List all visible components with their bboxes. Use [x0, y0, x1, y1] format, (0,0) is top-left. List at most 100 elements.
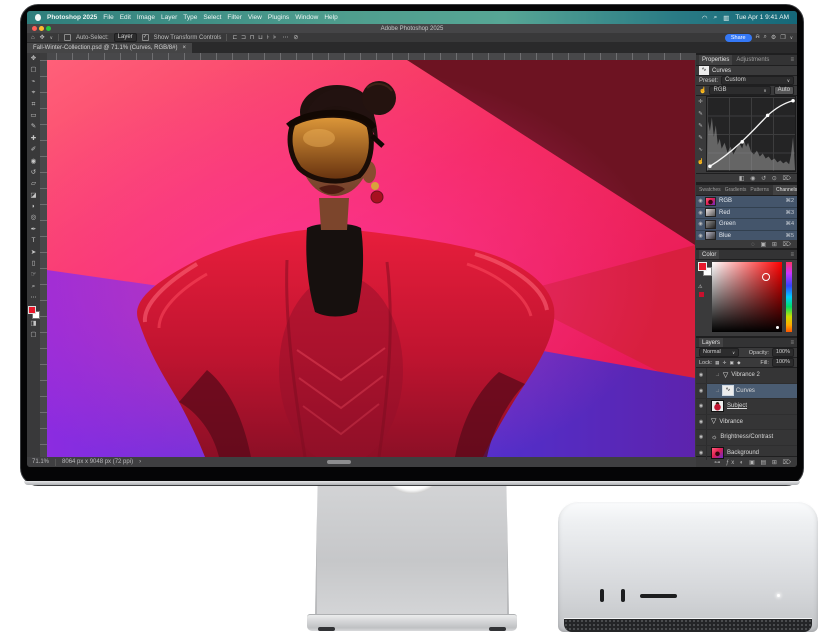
zoom-tool-icon[interactable]: ⌕ — [27, 281, 40, 292]
visibility-eye-icon[interactable]: ◉ — [696, 430, 707, 445]
layer-row-vibrance-2[interactable]: ◉ ∟ ▽ Vibrance 2 — [696, 368, 797, 384]
show-transform-checkbox[interactable]: ✓ — [142, 34, 149, 41]
menu-image[interactable]: Image — [137, 14, 155, 21]
menu-type[interactable]: Type — [183, 14, 197, 21]
visibility-eye-icon[interactable]: ◉ — [696, 198, 705, 204]
share-button[interactable]: Share — [725, 34, 752, 42]
layer-row-vibrance[interactable]: ◉ ▽ Vibrance — [696, 415, 797, 431]
panel-menu-icon[interactable]: ≡ — [790, 57, 794, 63]
channel-row-rgb[interactable]: ◉ RGB ⌘2 — [696, 196, 797, 208]
horizontal-scrollbar-thumb[interactable] — [327, 460, 351, 464]
brush-tool-icon[interactable]: ✐ — [27, 144, 40, 155]
menu-filter[interactable]: Filter — [227, 14, 241, 21]
auto-select-checkbox[interactable] — [64, 34, 71, 41]
visibility-eye-icon[interactable]: ◉ — [696, 384, 707, 399]
close-window-button[interactable] — [32, 26, 37, 31]
curve-point[interactable] — [708, 165, 712, 169]
tab-layers[interactable]: Layers — [699, 338, 723, 347]
zoom-window-button[interactable] — [46, 26, 51, 31]
eyedropper-tool-icon[interactable]: ✎ — [27, 121, 40, 132]
targeted-adjustment-icon[interactable]: ☝ — [699, 87, 706, 94]
saturation-brightness-field[interactable] — [712, 262, 782, 332]
settings-gear-icon[interactable]: ⚙ — [771, 34, 776, 41]
visibility-eye-icon[interactable]: ◉ — [696, 399, 707, 414]
wifi-icon[interactable]: ◠ — [702, 14, 708, 22]
curve-point[interactable] — [791, 99, 795, 103]
quick-mask-icon[interactable]: ◨ — [27, 318, 40, 329]
hue-slider[interactable] — [786, 262, 792, 332]
canvas-artwork[interactable] — [47, 60, 695, 457]
panel-menu-icon[interactable]: ≡ — [790, 252, 794, 258]
workspace-layout-icon[interactable]: ❐ — [780, 34, 785, 41]
control-center-icon[interactable]: ▥ — [723, 14, 729, 22]
object-selection-tool-icon[interactable]: ⌖ — [27, 87, 40, 98]
visibility-eye-icon[interactable]: ◉ — [696, 221, 705, 227]
visibility-eye-icon[interactable]: ◉ — [696, 415, 707, 430]
foreground-color-swatch[interactable] — [698, 262, 707, 271]
channel-row-red[interactable]: ◉ Red ⌘3 — [696, 208, 797, 220]
menu-plugins[interactable]: Plugins — [268, 14, 289, 21]
screen-mode-icon[interactable]: ▢ — [27, 329, 40, 340]
shape-tool-icon[interactable]: ▯ — [27, 258, 40, 269]
workspace-icon[interactable]: ⊘ — [293, 34, 298, 41]
tool-preset-move-icon[interactable]: ✥ — [40, 34, 45, 41]
document-tab[interactable]: Fall-Winter-Collection.psd @ 71.1% (Curv… — [27, 43, 192, 53]
pen-tool-icon[interactable]: ✒ — [27, 224, 40, 235]
gamut-warning-icon[interactable]: ⚠ — [698, 284, 702, 290]
move-tool-icon[interactable]: ✥ — [27, 53, 40, 64]
minimize-window-button[interactable] — [39, 26, 44, 31]
menu-view[interactable]: View — [248, 14, 262, 21]
ruler-horizontal[interactable] — [40, 53, 696, 60]
ruler-origin[interactable] — [40, 53, 47, 60]
color-picker-ring[interactable] — [762, 273, 770, 281]
home-icon[interactable]: ⌂ — [31, 35, 35, 41]
layer-row-subject[interactable]: ◉ Subject — [696, 399, 797, 415]
menu-help[interactable]: Help — [324, 14, 337, 21]
panel-menu-icon[interactable]: ≡ — [790, 340, 794, 346]
dodge-tool-icon[interactable]: ◎ — [27, 212, 40, 223]
menu-window[interactable]: Window — [295, 14, 318, 21]
blend-mode-dropdown[interactable]: Normal ∨ — [699, 348, 739, 357]
layer-row-brightness-contrast[interactable]: ◉ ☼ Brightness/Contrast — [696, 430, 797, 446]
menu-layer[interactable]: Layer — [161, 14, 177, 21]
crop-tool-icon[interactable]: ⌗ — [27, 99, 40, 110]
tool-preset-chevron-icon[interactable]: ∨ — [50, 35, 53, 41]
menu-edit[interactable]: Edit — [120, 14, 131, 21]
curves-grid[interactable] — [706, 96, 796, 172]
layer-row-curves[interactable]: ◉ ∟ ∿ Curves — [696, 384, 797, 400]
alignment-icons[interactable]: ⊏ ⊐ ⊓ ⊔ ⊦ ⊧ — [232, 34, 277, 41]
visibility-eye-icon[interactable]: ◉ — [696, 368, 707, 383]
lock-icons[interactable]: ▦ ✛ ▣ ◆ — [715, 360, 742, 366]
lasso-tool-icon[interactable]: ⌁ — [27, 76, 40, 87]
history-brush-tool-icon[interactable]: ↺ — [27, 167, 40, 178]
close-tab-icon[interactable]: × — [182, 43, 186, 53]
blur-tool-icon[interactable]: ◗ — [27, 201, 40, 212]
hand-tool-icon[interactable]: ☞ — [27, 269, 40, 280]
tab-properties[interactable]: Properties — [699, 55, 732, 65]
channel-dropdown[interactable]: RGB ∨ — [709, 86, 770, 95]
frame-tool-icon[interactable]: ▭ — [27, 110, 40, 121]
tab-color[interactable]: Color — [699, 250, 719, 259]
notifications-bell-icon[interactable]: ⍾ — [756, 34, 760, 41]
foreground-color-swatch[interactable] — [28, 306, 36, 314]
visibility-eye-icon[interactable]: ◉ — [696, 233, 705, 239]
fill-dropdown[interactable]: 100% — [772, 358, 794, 367]
preset-dropdown[interactable]: Custom ∨ — [721, 76, 794, 85]
menu-clock[interactable]: Tue Apr 1 9:41 AM — [735, 14, 789, 21]
tab-patterns[interactable]: Patterns — [750, 187, 769, 193]
apple-logo-icon[interactable] — [35, 14, 41, 21]
auto-button[interactable]: Auto — [774, 86, 794, 95]
visibility-eye-icon[interactable]: ◉ — [696, 210, 705, 216]
curves-eyedropper-tools[interactable]: ✛ ✎ ✎ ✎ ∿ ☝ — [696, 96, 705, 168]
tab-channels[interactable]: Channels — [773, 185, 797, 195]
menu-file[interactable]: File — [103, 14, 113, 21]
channels-footer-icons[interactable]: ◌ ▣ ⊞ ⌦ — [696, 240, 797, 248]
search-icon[interactable]: ⌕ — [764, 34, 767, 41]
opacity-dropdown[interactable]: 100% — [772, 348, 794, 357]
channel-row-green[interactable]: ◉ Green ⌘4 — [696, 219, 797, 231]
chevron-down-icon[interactable]: ∨ — [790, 35, 793, 41]
gradient-tool-icon[interactable]: ◪ — [27, 190, 40, 201]
type-tool-icon[interactable]: T — [27, 235, 40, 246]
curve-point[interactable] — [766, 114, 770, 118]
eraser-tool-icon[interactable]: ▱ — [27, 178, 40, 189]
